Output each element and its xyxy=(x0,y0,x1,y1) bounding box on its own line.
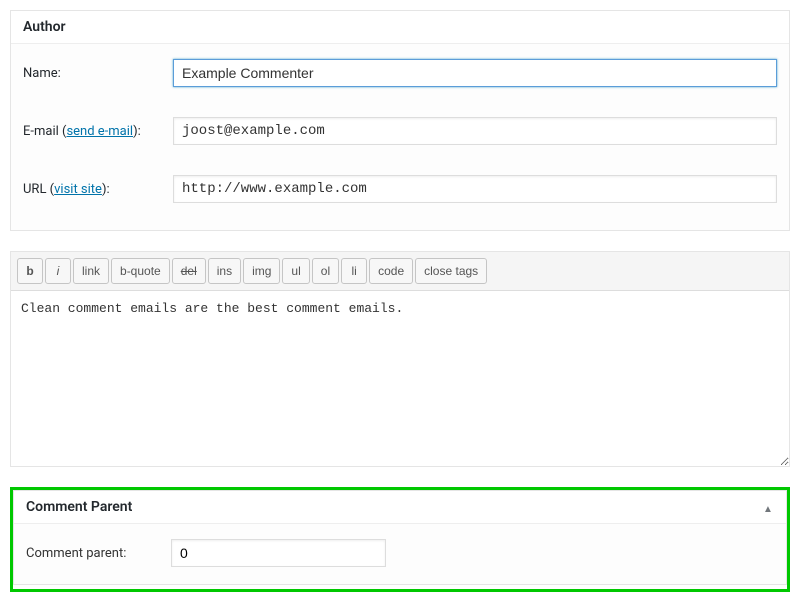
comment-parent-inside: Comment parent: xyxy=(14,524,786,584)
comment-parent-input[interactable] xyxy=(171,539,386,567)
author-metabox: Author Name: E-mail (send e-mail): xyxy=(10,10,790,231)
quicktag-bold-button[interactable]: b xyxy=(17,258,43,284)
comment-editor-wrap: bilinkb-quotedelinsimgulollicodeclose ta… xyxy=(10,251,790,467)
send-email-link[interactable]: send e-mail xyxy=(66,124,133,139)
url-label-suffix: ): xyxy=(102,182,110,197)
quicktag-close-tags-button[interactable]: close tags xyxy=(415,258,487,284)
quicktag-italic-button[interactable]: i xyxy=(45,258,71,284)
url-input[interactable] xyxy=(173,175,777,203)
name-label: Name: xyxy=(23,44,173,102)
email-label-cell: E-mail (send e-mail): xyxy=(23,102,173,160)
comment-parent-metabox: ▲ Comment Parent Comment parent: xyxy=(13,490,787,585)
email-label-suffix: ): xyxy=(133,124,141,139)
quicktags-toolbar: bilinkb-quotedelinsimgulollicodeclose ta… xyxy=(11,252,789,291)
quicktag-del-button[interactable]: del xyxy=(172,258,206,284)
quicktag-img-button[interactable]: img xyxy=(243,258,280,284)
quicktag-li-button[interactable]: li xyxy=(341,258,367,284)
quicktag-ins-button[interactable]: ins xyxy=(208,258,241,284)
comment-content-textarea[interactable]: Clean comment emails are the best commen… xyxy=(11,291,789,466)
author-inside: Name: E-mail (send e-mail): URL (visi xyxy=(11,44,789,230)
comment-parent-highlight: ▲ Comment Parent Comment parent: xyxy=(10,487,790,592)
email-label-prefix: E-mail ( xyxy=(23,124,66,139)
quicktag-ul-button[interactable]: ul xyxy=(282,258,309,284)
url-label-cell: URL (visit site): xyxy=(23,160,173,218)
url-label-prefix: URL ( xyxy=(23,182,54,197)
email-input[interactable] xyxy=(173,117,777,145)
comment-parent-label: Comment parent: xyxy=(26,546,171,561)
chevron-up-icon: ▲ xyxy=(763,504,773,515)
toggle-panel-button[interactable]: ▲ xyxy=(750,491,786,527)
author-form-table: Name: E-mail (send e-mail): URL (visi xyxy=(23,44,777,218)
quicktag-link-button[interactable]: link xyxy=(73,258,109,284)
comment-parent-heading[interactable]: Comment Parent xyxy=(14,491,786,524)
name-input[interactable] xyxy=(173,59,777,87)
visit-site-link[interactable]: visit site xyxy=(54,182,102,197)
quicktag-ol-button[interactable]: ol xyxy=(312,258,339,284)
quicktag-blockquote-button[interactable]: b-quote xyxy=(111,258,170,284)
quicktag-code-button[interactable]: code xyxy=(369,258,413,284)
author-heading[interactable]: Author xyxy=(11,11,789,44)
